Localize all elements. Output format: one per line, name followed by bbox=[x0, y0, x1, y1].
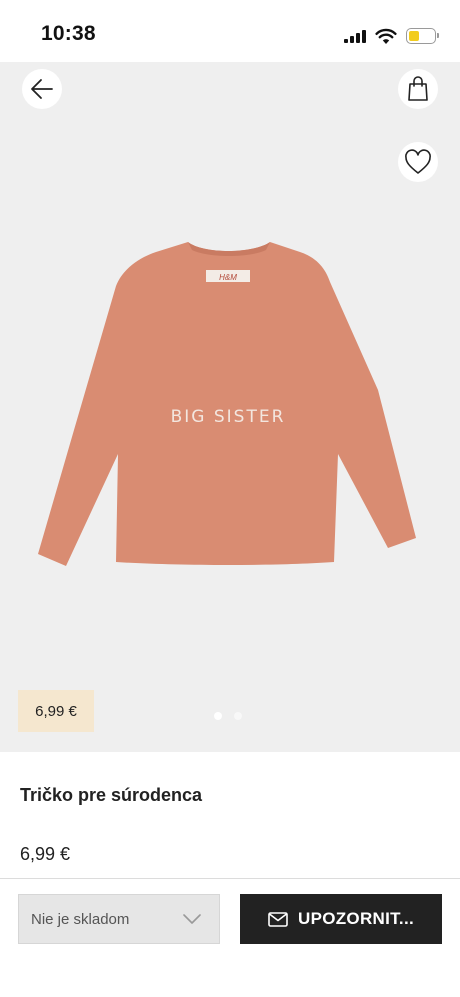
product-title: Tričko pre súrodenca bbox=[20, 785, 203, 805]
product-price: 6,99 € bbox=[20, 844, 71, 864]
bottom-action-bar: Nie je skladom UPOZORNIT... bbox=[0, 878, 460, 997]
heart-icon bbox=[405, 149, 431, 174]
brand-logo: H&M bbox=[219, 273, 237, 282]
notify-me-button[interactable]: UPOZORNIT... bbox=[240, 894, 442, 944]
carousel-dots bbox=[214, 712, 242, 720]
shopping-bag-icon bbox=[408, 76, 428, 101]
size-select[interactable]: Nie je skladom bbox=[18, 894, 220, 944]
status-icons bbox=[344, 25, 439, 47]
envelope-icon bbox=[268, 911, 288, 927]
shopping-bag-button[interactable] bbox=[398, 69, 438, 109]
battery-level bbox=[409, 31, 419, 41]
status-bar: 10:38 bbox=[0, 0, 460, 62]
back-button[interactable] bbox=[22, 69, 62, 109]
product-photo: H&M BIG SISTER bbox=[38, 242, 416, 566]
battery-icon bbox=[406, 28, 439, 44]
notify-me-label: UPOZORNIT... bbox=[298, 909, 414, 928]
carousel-dot-active[interactable] bbox=[214, 712, 222, 720]
price-badge: 6,99 € bbox=[18, 690, 94, 732]
product-image-carousel[interactable]: H&M BIG SISTER 6,99 € bbox=[0, 62, 460, 752]
carousel-dot[interactable] bbox=[234, 712, 242, 720]
wifi-icon bbox=[375, 28, 397, 44]
status-time: 10:38 bbox=[41, 22, 96, 45]
chevron-down-icon bbox=[183, 914, 201, 924]
stock-status-label: Nie je skladom bbox=[31, 910, 130, 928]
shirt-print-text: BIG SISTER bbox=[171, 407, 286, 427]
arrow-left-icon bbox=[31, 79, 53, 99]
signal-icon bbox=[344, 29, 366, 43]
favorite-button[interactable] bbox=[398, 142, 438, 182]
